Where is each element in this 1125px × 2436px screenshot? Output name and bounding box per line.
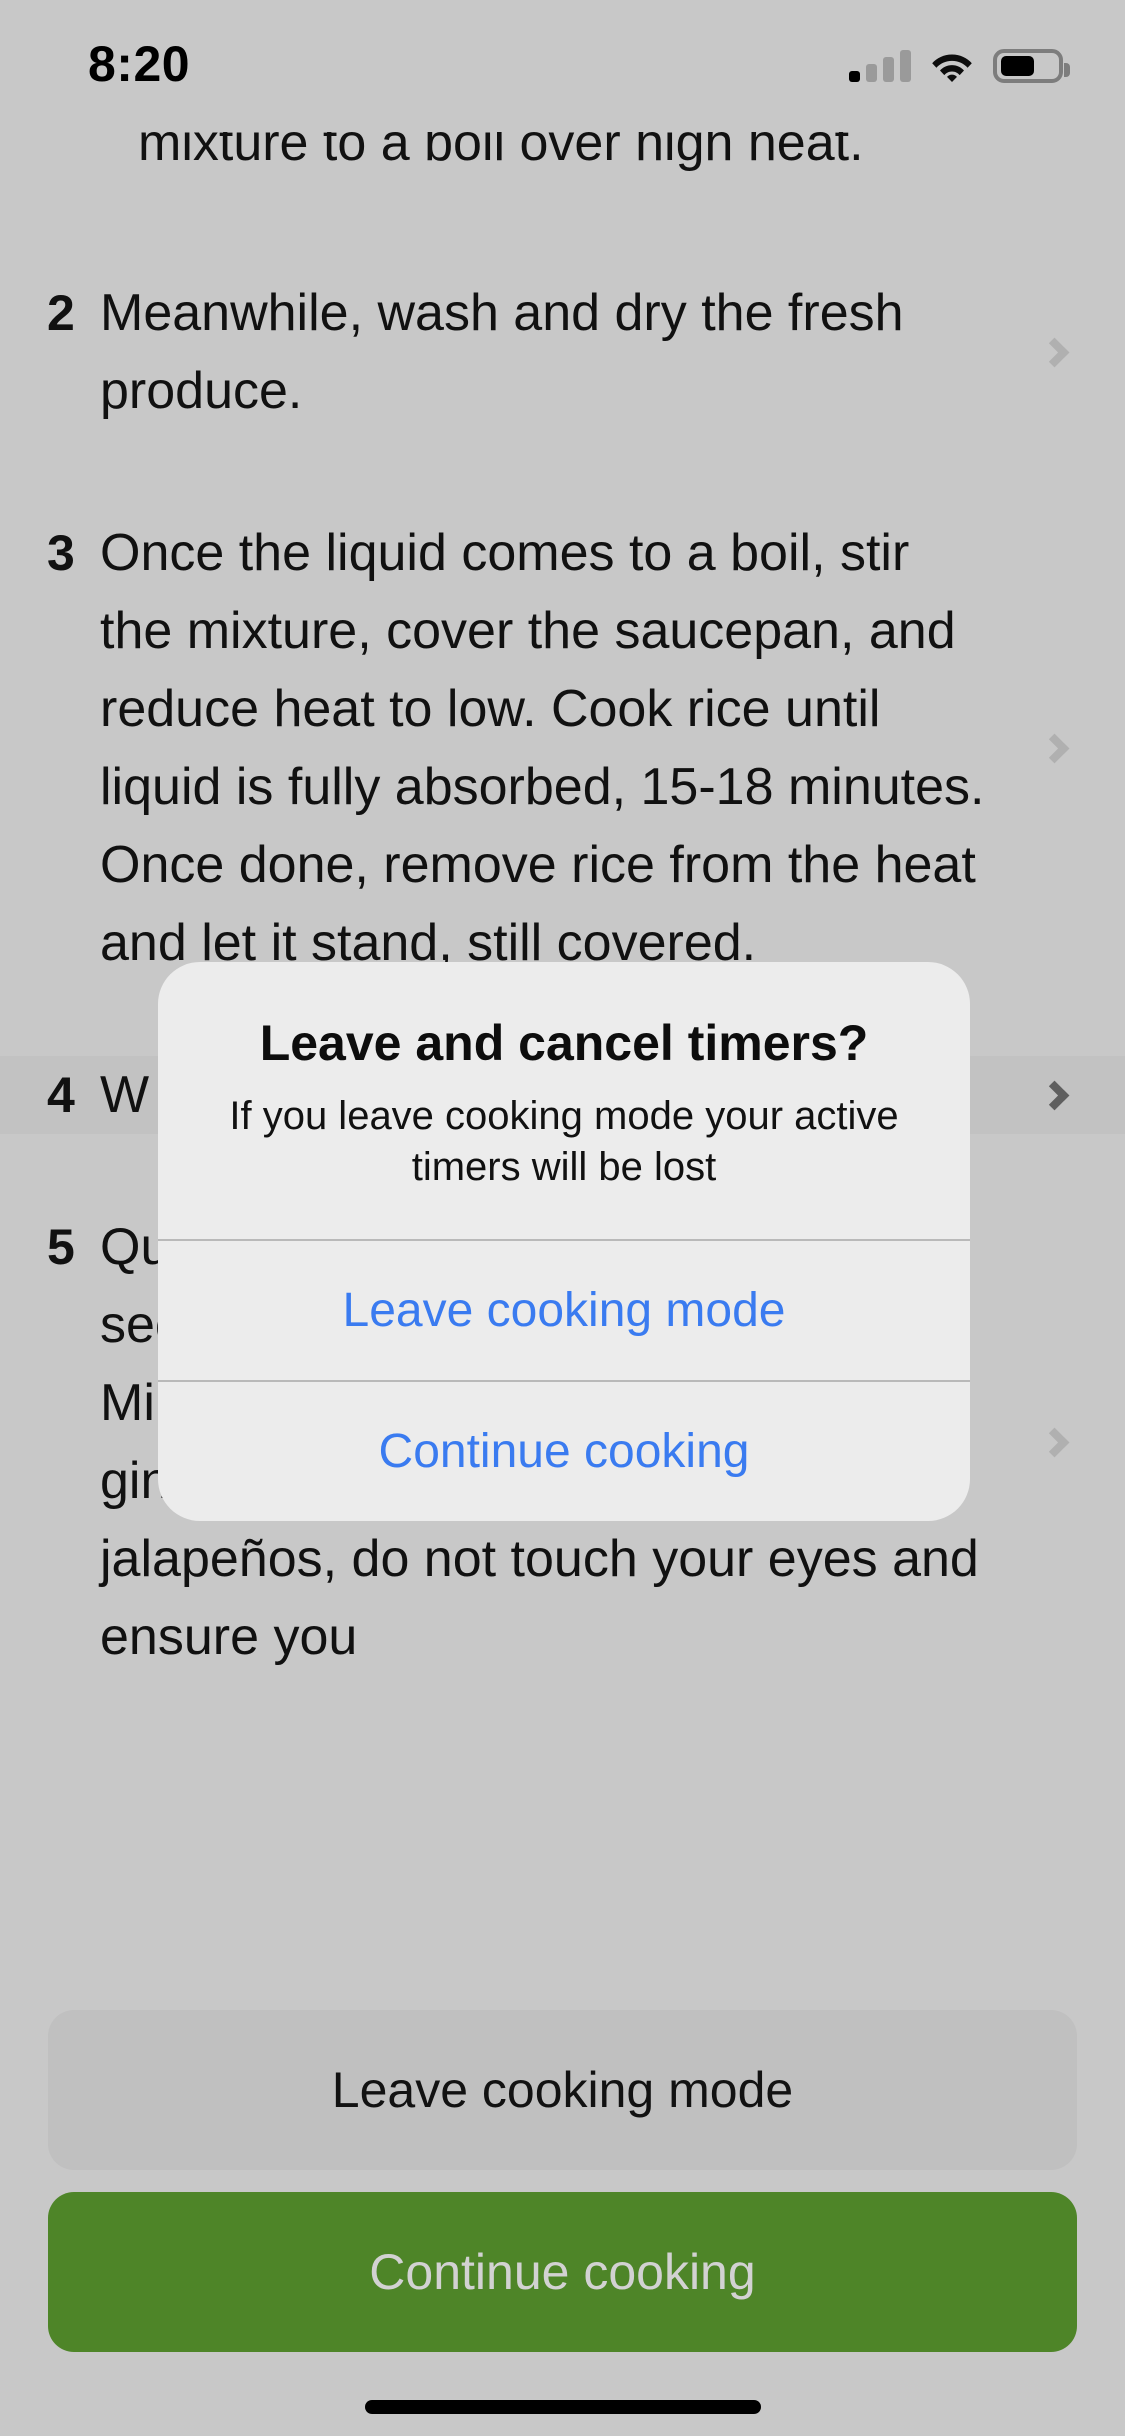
alert-header: Leave and cancel timers? If you leave co… <box>158 962 970 1239</box>
alert-title: Leave and cancel timers? <box>259 1015 869 1071</box>
alert-continue-cooking-button[interactable]: Continue cooking <box>158 1382 970 1521</box>
alert-message: If you leave cooking mode your active ti… <box>229 1094 899 1190</box>
alert-leave-cooking-mode-button[interactable]: Leave cooking mode <box>158 1241 970 1380</box>
phone-screen: 8:20 mixture to a boil over high heat. 2… <box>0 0 1125 2436</box>
leave-timers-alert-dialog: Leave and cancel timers? If you leave co… <box>158 962 970 1522</box>
